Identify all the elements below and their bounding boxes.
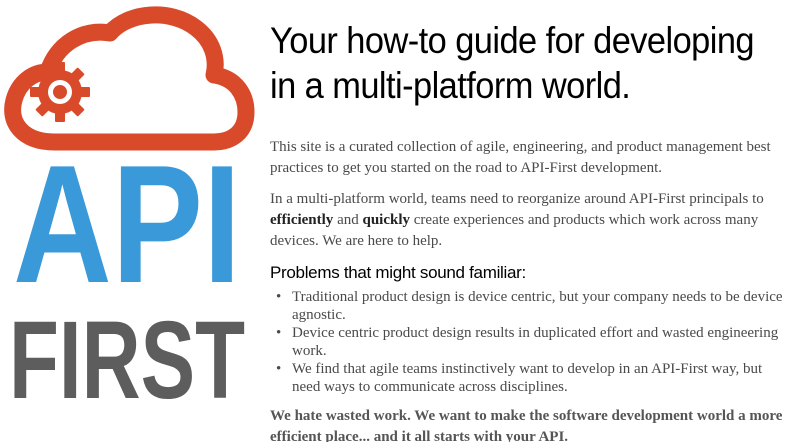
problems-heading: Problems that might sound familiar: [270, 263, 526, 282]
list-item: • Device centric product design results i… [270, 324, 790, 360]
logo-api-text: API [13, 130, 241, 318]
problems-list: • Traditional product design is device ce… [270, 288, 790, 396]
api-first-logo: API FIRST [0, 0, 255, 442]
closing-statement: We hate wasted work. We want to make the… [270, 408, 783, 442]
multi-platform-text-1: In a multi-platform world, teams need to… [270, 191, 764, 207]
page-title: Your how-to guide for developing in a mu… [270, 18, 791, 108]
list-item-text: Device centric product design results in… [292, 325, 779, 359]
page-title-line-2: in a multi-platform world. [270, 65, 631, 106]
list-item-text: We find that agile teams instinctively w… [292, 361, 763, 395]
gear-icon [30, 62, 90, 122]
quickly-emphasis: quickly [362, 212, 411, 228]
multi-platform-paragraph: In a multi-platform world, teams need to… [270, 189, 790, 252]
bullet-icon: • [276, 361, 282, 377]
logo-graphic: API FIRST [4, 6, 255, 422]
multi-platform-text-2: and [333, 212, 363, 228]
intro-paragraph: This site is a curated collection of agi… [270, 139, 771, 176]
bullet-icon: • [276, 325, 282, 341]
page-title-line-1: Your how-to guide for developing [270, 20, 755, 61]
page: API FIRST Your how-to guide for developi… [0, 0, 800, 442]
list-item: • Traditional product design is device ce… [270, 288, 790, 324]
bullet-icon: • [276, 289, 282, 305]
main-content: Your how-to guide for developing in a mu… [270, 18, 790, 442]
logo-first-text: FIRST [9, 299, 245, 422]
list-item-text: Traditional product design is device cen… [292, 289, 783, 323]
list-item: • We find that agile teams instinctively … [270, 360, 790, 396]
efficiently-emphasis: efficiently [270, 212, 334, 228]
